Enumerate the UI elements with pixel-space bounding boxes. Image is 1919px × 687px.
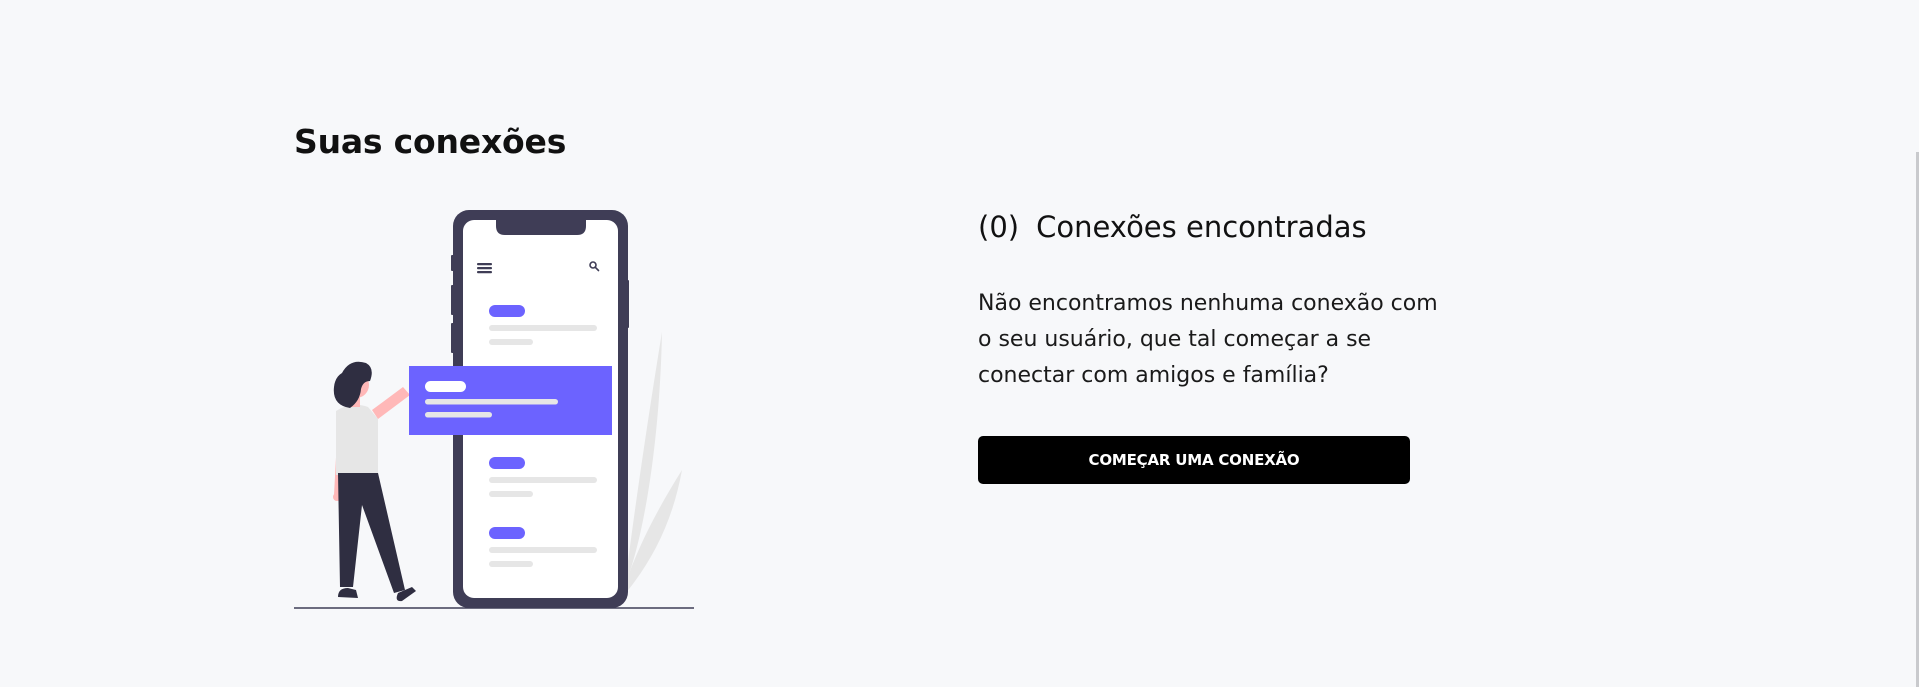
menu-icon bbox=[477, 263, 492, 274]
connections-heading-label: Conexões encontradas bbox=[1036, 210, 1367, 244]
plant-decoration bbox=[620, 332, 682, 600]
connections-panel: (0) Conexões encontradas Não encontramos… bbox=[978, 210, 1448, 484]
highlight-card bbox=[409, 366, 612, 435]
page-title: Suas conexões bbox=[294, 122, 567, 161]
person-figure bbox=[333, 361, 416, 602]
page: Suas conexões (0) Conexões encontradas N… bbox=[0, 0, 1919, 687]
start-connection-button[interactable]: COMEÇAR UMA CONEXÃO bbox=[978, 436, 1410, 484]
empty-state-illustration bbox=[294, 210, 694, 609]
empty-state-description: Não encontramos nenhuma conexão com o se… bbox=[978, 291, 1438, 388]
connections-heading: (0) Conexões encontradas bbox=[978, 210, 1448, 244]
connections-count: (0) bbox=[978, 210, 1020, 244]
